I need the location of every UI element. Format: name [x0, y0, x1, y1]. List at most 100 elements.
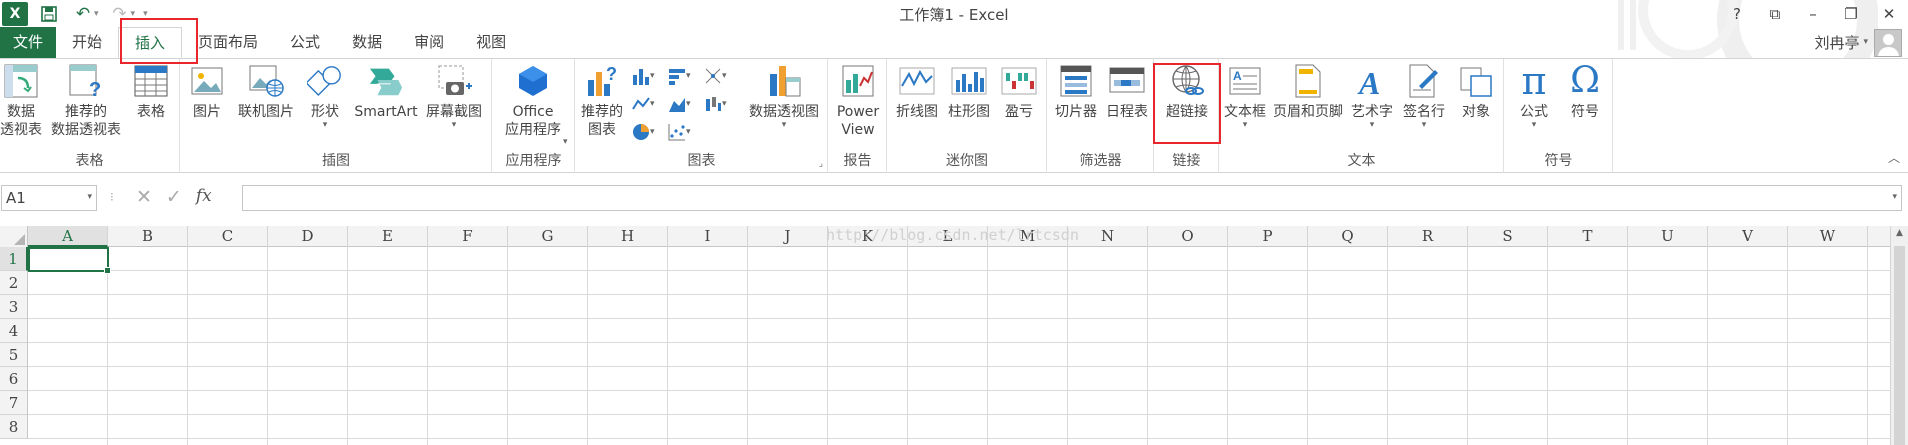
help-icon[interactable]: ? [1718, 5, 1756, 23]
object-button[interactable]: 对象 [1452, 63, 1500, 121]
office-apps-button[interactable]: Office 应用程序 [495, 63, 571, 139]
maximize-icon[interactable]: ❐ [1832, 5, 1870, 23]
column-header-o[interactable]: O [1148, 226, 1228, 247]
pie-chart-button[interactable]: ▾ [632, 123, 655, 141]
shapes-button[interactable]: 形状 ▾ [303, 63, 347, 130]
signature-line-button[interactable]: 签名行 ▾ [1398, 63, 1450, 130]
sparkline-winloss-button[interactable]: 盈亏 [996, 63, 1042, 121]
scatter-waterfall-button[interactable]: ▾ [704, 67, 727, 85]
column-header-n[interactable]: N [1068, 226, 1148, 247]
column-header-h[interactable]: H [588, 226, 668, 247]
signature-line-icon [1406, 63, 1442, 99]
picture-button[interactable]: 图片 [187, 63, 227, 121]
wordart-button[interactable]: A 艺术字 ▾ [1348, 63, 1396, 130]
timeline-button[interactable]: 日程表 [1102, 63, 1152, 121]
formula-bar-grip[interactable]: ⁝ [110, 190, 114, 204]
row-header-7[interactable]: 7 [0, 391, 28, 415]
expand-formula-icon[interactable]: ▾ [1892, 192, 1897, 202]
formula-input[interactable]: ▾ [242, 185, 1902, 211]
wordart-label: 艺术字 [1351, 104, 1393, 120]
vertical-scrollbar[interactable]: ▲ [1890, 226, 1908, 445]
tab-page-layout[interactable]: 页面布局 [182, 27, 274, 58]
row-header-1[interactable]: 1 [0, 247, 28, 271]
hierarchy-chart-button[interactable]: ▾ [668, 67, 691, 85]
tab-formulas[interactable]: 公式 [274, 27, 336, 58]
office-apps-dropdown-icon[interactable]: ▾ [563, 137, 568, 147]
screenshot-button[interactable]: 屏幕截图 ▾ [421, 63, 487, 130]
insert-function-icon[interactable]: fx [196, 186, 212, 208]
scroll-thumb[interactable] [1894, 246, 1905, 445]
column-header-b[interactable]: B [108, 226, 188, 247]
tab-data[interactable]: 数据 [336, 27, 398, 58]
name-box[interactable]: A1 ▾ [1, 185, 97, 211]
sparkline-line-button[interactable]: 折线图 [892, 63, 942, 121]
column-header-w[interactable]: W [1788, 226, 1868, 247]
column-header-e[interactable]: E [348, 226, 428, 247]
recommended-charts-button[interactable]: ? 推荐的 图表 [578, 63, 626, 139]
tab-insert[interactable]: 插入 [118, 27, 183, 58]
online-picture-button[interactable]: 联机图片 [233, 63, 299, 121]
column-header-t[interactable]: T [1548, 226, 1628, 247]
stock-chart-button[interactable]: ▾ [704, 95, 727, 113]
smartart-label: SmartArt [354, 104, 418, 120]
column-header-v[interactable]: V [1708, 226, 1788, 247]
column-header-a[interactable]: A [28, 226, 108, 247]
row-header-5[interactable]: 5 [0, 343, 28, 367]
name-box-dropdown-icon[interactable]: ▾ [87, 192, 92, 202]
table-button[interactable]: 表格 [130, 63, 172, 121]
header-footer-button[interactable]: 页眉和页脚 [1270, 63, 1346, 121]
column-header-p[interactable]: P [1228, 226, 1308, 247]
cell-area[interactable] [28, 247, 1890, 445]
equation-button[interactable]: π 公式 ▾ [1509, 62, 1559, 130]
row-header-3[interactable]: 3 [0, 295, 28, 319]
minimize-icon[interactable]: – [1794, 5, 1832, 23]
textbox-button[interactable]: A 文本框 ▾ [1222, 63, 1268, 130]
tab-file[interactable]: 文件 [0, 27, 56, 58]
column-header-r[interactable]: R [1388, 226, 1468, 247]
column-header-c[interactable]: C [188, 226, 268, 247]
smartart-button[interactable]: SmartArt [351, 63, 421, 121]
picture-label: 图片 [193, 104, 221, 120]
sparkline-column-button[interactable]: 柱形图 [944, 63, 994, 121]
row-header-8[interactable]: 8 [0, 415, 28, 439]
charts-dialog-launcher-icon[interactable]: ⌟ [819, 159, 823, 169]
scatter-chart-button[interactable]: ▾ [668, 123, 691, 141]
tab-review[interactable]: 审阅 [398, 27, 460, 58]
line-chart-button[interactable]: ▾ [632, 95, 655, 113]
active-cell[interactable] [28, 247, 111, 274]
collapse-ribbon-icon[interactable]: ︿ [1888, 149, 1900, 166]
hyperlink-button[interactable]: 超链接 [1157, 63, 1217, 121]
column-header-j[interactable]: J [748, 226, 828, 247]
slicer-button[interactable]: 切片器 [1050, 63, 1102, 121]
user-account[interactable]: 刘冉亭 ▾ [1814, 27, 1902, 58]
column-header-f[interactable]: F [428, 226, 508, 247]
column-header-d[interactable]: D [268, 226, 348, 247]
cancel-icon[interactable]: ✕ [136, 186, 152, 208]
scroll-up-icon[interactable]: ▲ [1891, 228, 1908, 238]
column-chart-button[interactable]: ▾ [632, 67, 655, 85]
ribbon-display-icon[interactable]: ⧉ [1756, 5, 1794, 23]
select-all-button[interactable] [0, 226, 28, 247]
power-view-label: Power View [836, 104, 880, 138]
tab-view[interactable]: 视图 [460, 27, 522, 58]
column-header-g[interactable]: G [508, 226, 588, 247]
pivot-table-button[interactable]: 数据 透视表 [0, 63, 42, 139]
tab-home[interactable]: 开始 [56, 27, 118, 58]
recommended-pivot-button[interactable]: ? 推荐的 数据透视表 [46, 63, 126, 139]
power-view-button[interactable]: Power View [831, 63, 885, 139]
close-icon[interactable]: ✕ [1870, 5, 1908, 23]
column-header-u[interactable]: U [1628, 226, 1708, 247]
slicer-icon [1058, 63, 1094, 99]
group-charts-label: 图表 [687, 153, 716, 169]
symbol-button[interactable]: Ω 符号 [1561, 63, 1609, 121]
column-header-s[interactable]: S [1468, 226, 1548, 247]
enter-icon[interactable]: ✓ [166, 186, 182, 208]
area-chart-button[interactable]: ▾ [668, 95, 691, 113]
row-header-6[interactable]: 6 [0, 367, 28, 391]
column-header-i[interactable]: I [668, 226, 748, 247]
row-header-4[interactable]: 4 [0, 319, 28, 343]
row-header-2[interactable]: 2 [0, 271, 28, 295]
pivot-chart-button[interactable]: 数据透视图 ▾ [742, 63, 826, 130]
column-header-q[interactable]: Q [1308, 226, 1388, 247]
screenshot-icon [436, 63, 472, 99]
